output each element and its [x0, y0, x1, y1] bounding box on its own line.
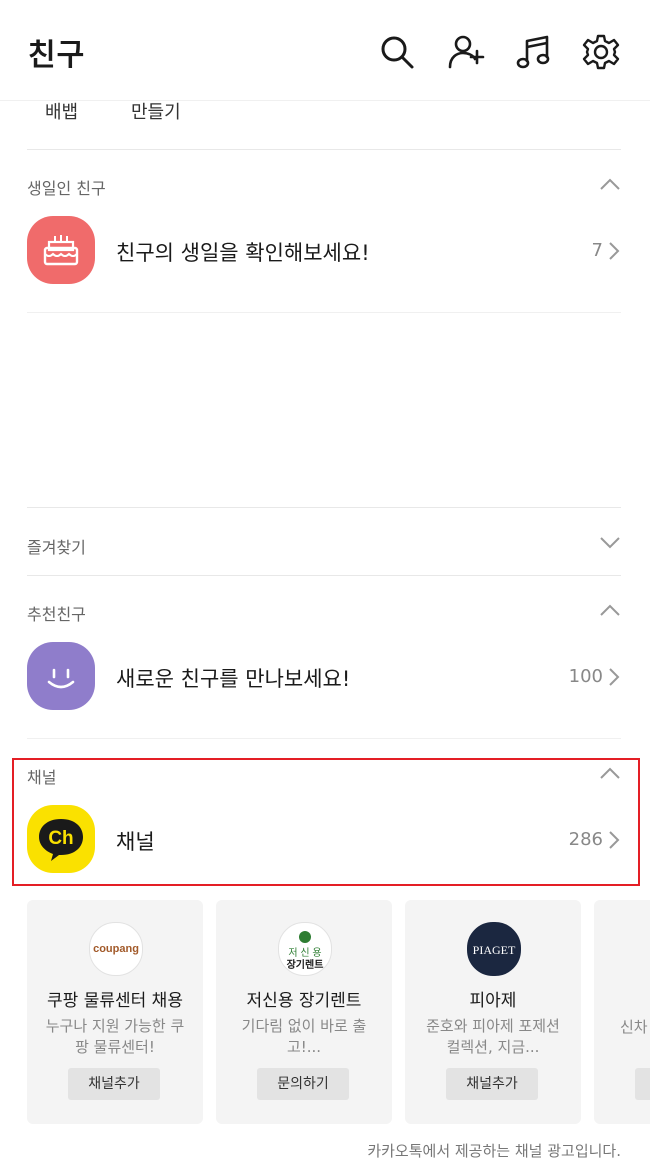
submenu-item-make[interactable]: 만들기: [131, 98, 181, 124]
chevron-up-icon[interactable]: [598, 176, 622, 192]
card-title: 저신용 장기렌트: [246, 991, 362, 1011]
svg-text:저 신 용: 저 신 용: [288, 947, 321, 959]
card-title: 피아제: [469, 991, 517, 1011]
card-title: 쿠팡 물류센터 채용: [47, 991, 183, 1011]
section-label-favorites: 즐겨찾기: [27, 538, 86, 557]
search-icon[interactable]: [378, 33, 416, 71]
card-button-partial[interactable]: [635, 1068, 650, 1100]
section-label-birthday: 생일인 친구: [27, 179, 106, 198]
card-description: 준호와 피아제 포제션 컬렉션, 지금...: [426, 1017, 560, 1056]
recommended-row-text[interactable]: 새로운 친구를 만나보세요!: [116, 663, 350, 693]
submenu-item-baebap[interactable]: 배뱁: [45, 98, 78, 124]
divider: [27, 575, 621, 576]
ad-disclaimer: 카카오톡에서 제공하는 채널 광고입니다.: [367, 1142, 621, 1160]
highlight-box: [12, 758, 640, 886]
divider: [27, 312, 621, 313]
channel-card[interactable]: PIAGET 피아제 준호와 피아제 포제션 컬렉션, 지금... 채널추가: [405, 900, 581, 1124]
divider: [27, 507, 621, 508]
car-rental-logo: 저 신 용 장기렌트: [278, 922, 332, 976]
recommended-count: 100: [568, 666, 603, 687]
add-channel-button[interactable]: 채널추가: [446, 1068, 538, 1100]
svg-text:PIAGET: PIAGET: [473, 943, 516, 957]
divider: [27, 738, 621, 739]
chevron-up-icon[interactable]: [598, 602, 622, 618]
top-bar: [0, 0, 650, 101]
chevron-down-icon[interactable]: [598, 535, 622, 551]
coupang-logo: coupang: [89, 922, 143, 976]
birthday-count: 7: [591, 240, 603, 261]
chevron-right-icon[interactable]: [607, 667, 621, 687]
add-channel-button[interactable]: 채널추가: [68, 1068, 160, 1100]
svg-text:장기렌트: 장기렌트: [287, 958, 324, 971]
piaget-logo: PIAGET: [467, 922, 521, 976]
channel-card[interactable]: 저 신 용 장기렌트 저신용 장기렌트 기다림 없이 바로 출고!... 문의하기: [216, 900, 392, 1124]
card-description: 기다림 없이 바로 출고!...: [241, 1017, 367, 1056]
music-icon[interactable]: [514, 33, 552, 71]
svg-text:coupang: coupang: [93, 943, 139, 955]
section-label-recommended: 추천친구: [27, 605, 86, 624]
smile-icon: [27, 642, 95, 710]
divider: [27, 149, 621, 150]
settings-icon[interactable]: [582, 33, 620, 71]
channel-card-partial[interactable]: 신차: [594, 900, 650, 1124]
inquiry-button[interactable]: 문의하기: [257, 1068, 349, 1100]
card-description: 누구나 지원 가능한 쿠팡 물류센터!: [45, 1017, 185, 1056]
chevron-right-icon[interactable]: [607, 241, 621, 261]
page-title: 친구: [28, 38, 86, 73]
card-description: 신차: [620, 1018, 648, 1036]
channel-card[interactable]: coupang 쿠팡 물류센터 채용 누구나 지원 가능한 쿠팡 물류센터! 채…: [27, 900, 203, 1124]
birthday-row-text[interactable]: 친구의 생일을 확인해보세요!: [116, 237, 370, 267]
cake-icon: [27, 216, 95, 284]
add-friend-icon[interactable]: [447, 33, 485, 71]
